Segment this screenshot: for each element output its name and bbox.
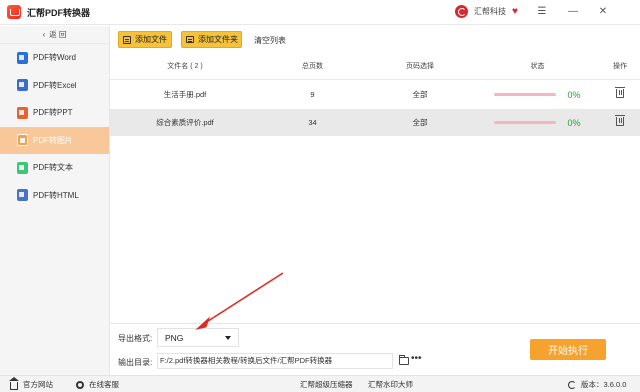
- word-icon: [17, 51, 28, 64]
- page-count: 9: [310, 90, 315, 99]
- sidebar-item-image[interactable]: PDF转图片: [0, 126, 109, 154]
- watermark-link[interactable]: 汇帮水印大师: [368, 379, 413, 390]
- chevron-left-icon: ‹: [42, 30, 46, 39]
- website-link[interactable]: 官方网站: [9, 376, 53, 390]
- status-bar: 官方网站 在线客服 汇帮超级压缩器 汇帮水印大师 版本：3.6.0.0: [0, 375, 640, 392]
- service-link[interactable]: 在线客服: [76, 379, 119, 390]
- sidebar-item-label: PDF转PPT: [33, 108, 73, 118]
- sidebar-item-label: PDF转HTML: [33, 190, 79, 200]
- home-icon: [9, 376, 19, 390]
- op-cell: [600, 87, 640, 100]
- close-icon[interactable]: ✕: [595, 4, 611, 20]
- header-name: 文件名 ( 2 ): [167, 63, 203, 70]
- arrow-line: [204, 272, 284, 324]
- progress-percent: 0%: [567, 89, 581, 100]
- image-icon: [17, 134, 28, 147]
- sidebar-item-label: PDF转Word: [33, 53, 76, 63]
- progress-bar: [494, 121, 557, 124]
- sidebar: ‹ 返 回 PDF转Word PDF转Excel PDF转PPT PDF转图片 …: [0, 26, 110, 375]
- app-title: 汇帮PDF转换器: [27, 7, 91, 18]
- file-name: 综合素质评价.pdf: [156, 118, 214, 127]
- brand-name: 汇帮科技: [474, 7, 506, 16]
- brand[interactable]: 汇帮科技 ♥: [455, 5, 518, 18]
- sidebar-item-word[interactable]: PDF转Word: [0, 44, 109, 72]
- refresh-icon: [568, 380, 576, 389]
- output-dir-label: 输出目录:: [118, 358, 153, 367]
- minimize-icon[interactable]: —: [565, 4, 581, 20]
- title-bar: 汇帮PDF转换器 汇帮科技 ♥ ☰ — ✕: [0, 0, 640, 25]
- folder-icon[interactable]: [399, 355, 409, 365]
- format-label: 导出格式:: [118, 334, 153, 343]
- header-pages: 总页数: [302, 63, 323, 70]
- page-count: 34: [308, 118, 317, 127]
- sidebar-item-label: PDF转文本: [33, 163, 73, 173]
- excel-icon: [17, 79, 28, 92]
- back-label: 返 回: [49, 30, 67, 39]
- ppt-icon: [17, 106, 28, 119]
- progress-percent: 0%: [567, 117, 581, 128]
- header-op: 操作: [613, 63, 627, 70]
- page-range[interactable]: 全部: [365, 117, 475, 128]
- add-file-icon: [123, 35, 131, 44]
- progress-bar: [494, 93, 557, 96]
- website-label: 官方网站: [23, 380, 53, 389]
- sidebar-item-label: PDF转图片: [33, 135, 73, 145]
- add-folder-icon: [186, 36, 194, 43]
- toolbar: 添加文件 添加文件夹 清空列表: [110, 26, 640, 53]
- file-name: 生活手册.pdf: [163, 90, 207, 99]
- headset-icon: [76, 380, 84, 389]
- add-folder-button[interactable]: 添加文件夹: [181, 31, 242, 48]
- format-select[interactable]: PNG: [157, 328, 239, 347]
- app-logo-icon: [7, 5, 21, 19]
- html-icon: [17, 189, 28, 202]
- export-settings: 导出格式: PNG 输出目录: F:/2.pdf转换器相关教程/转换后文件/汇帮…: [110, 323, 640, 375]
- more-icon[interactable]: •••: [411, 353, 422, 364]
- add-folder-label: 添加文件夹: [198, 35, 238, 44]
- status-cell: 0%: [475, 90, 600, 100]
- page-range[interactable]: 全部: [365, 89, 475, 100]
- file-table: 文件名 ( 2 ) 总页数 页码选择 状态 操作 生活手册.pdf 9 全部 0…: [110, 53, 640, 136]
- start-button[interactable]: 开始执行: [530, 339, 606, 360]
- add-file-button[interactable]: 添加文件: [118, 31, 172, 48]
- status-cell: 0%: [475, 118, 600, 128]
- brand-logo-icon: [455, 5, 468, 18]
- service-label: 在线客服: [89, 380, 119, 389]
- back-button[interactable]: ‹ 返 回: [0, 26, 109, 44]
- version-label: 版本：3.6.0.0: [581, 380, 627, 389]
- menu-icon[interactable]: ☰: [534, 4, 550, 20]
- sidebar-item-text[interactable]: PDF转文本: [0, 154, 109, 182]
- compressor-link[interactable]: 汇帮超级压缩器: [300, 379, 353, 390]
- text-icon: [17, 161, 28, 174]
- output-dir-field[interactable]: F:/2.pdf转换器相关教程/转换后文件/汇帮PDF转换器: [157, 353, 393, 369]
- table-row[interactable]: 生活手册.pdf 9 全部 0%: [110, 80, 640, 109]
- watermark-label: 汇帮水印大师: [368, 380, 413, 389]
- header-range: 页码选择: [406, 63, 434, 70]
- trash-icon[interactable]: [615, 87, 625, 98]
- heart-icon[interactable]: ♥: [512, 6, 518, 17]
- version-info: 版本：3.6.0.0: [568, 379, 626, 390]
- sidebar-item-excel[interactable]: PDF转Excel: [0, 72, 109, 100]
- add-file-label: 添加文件: [135, 35, 167, 44]
- caret-down-icon: [225, 336, 231, 340]
- op-cell: [600, 115, 640, 128]
- header-status: 状态: [530, 63, 545, 70]
- clear-list-button[interactable]: 清空列表: [254, 35, 286, 46]
- sidebar-item-label: PDF转Excel: [33, 80, 77, 90]
- format-value: PNG: [165, 332, 184, 343]
- compressor-label: 汇帮超级压缩器: [300, 380, 353, 389]
- sidebar-item-ppt[interactable]: PDF转PPT: [0, 99, 109, 127]
- table-header: 文件名 ( 2 ) 总页数 页码选择 状态 操作: [110, 53, 640, 80]
- sidebar-item-html[interactable]: PDF转HTML: [0, 182, 109, 210]
- trash-icon[interactable]: [615, 115, 625, 126]
- table-row[interactable]: 综合素质评价.pdf 34 全部 0%: [110, 109, 640, 136]
